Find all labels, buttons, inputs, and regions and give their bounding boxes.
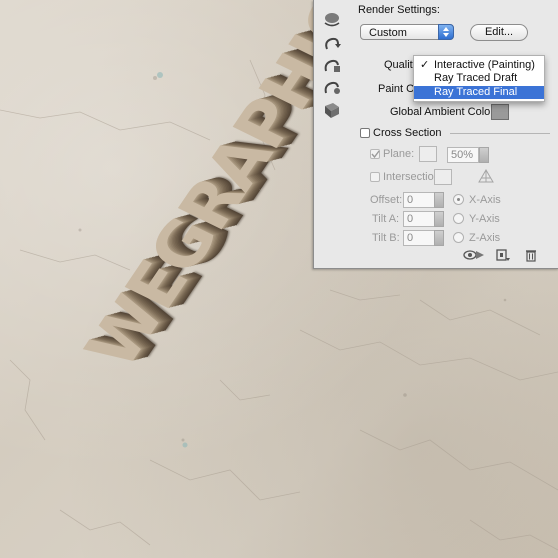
cross-section-label: Cross Section	[373, 127, 442, 139]
intersection-color-swatch[interactable]	[434, 169, 452, 185]
plane-color-swatch[interactable]	[419, 146, 437, 162]
new-light-icon[interactable]	[495, 248, 511, 265]
3d-scene-panel: Render Settings: Custom Edit... Quality …	[313, 0, 558, 269]
global-ambient-color-label: Global Ambient Color:	[390, 106, 497, 118]
checkmark-icon: ✓	[420, 59, 430, 71]
x-axis-radio[interactable]	[453, 194, 464, 205]
drag-3d-object-icon[interactable]	[320, 56, 344, 76]
3d-tool-column	[314, 0, 350, 125]
offset-label: Offset:	[370, 194, 403, 206]
intersection-checkbox[interactable]	[370, 172, 380, 182]
quality-option-label: Interactive (Painting)	[434, 59, 535, 71]
tilt-a-field[interactable]: 0	[403, 211, 435, 227]
tilt-b-field[interactable]: 0	[403, 230, 435, 246]
quality-dropdown-menu: ✓ Interactive (Painting) Ray Traced Draf…	[413, 55, 545, 102]
tilt-b-label: Tilt B:	[372, 232, 400, 244]
quality-option-ray-traced-final[interactable]: Ray Traced Final	[414, 86, 544, 99]
chevron-down-icon[interactable]	[479, 147, 489, 163]
slide-3d-object-icon[interactable]	[320, 78, 344, 98]
chevron-updown-icon	[438, 24, 454, 40]
plane-opacity-field[interactable]: 50%	[447, 147, 479, 163]
render-preset-select[interactable]: Custom	[360, 24, 454, 40]
chevron-down-icon[interactable]	[434, 211, 444, 227]
chevron-down-icon[interactable]	[434, 230, 444, 246]
render-preset-value: Custom	[369, 27, 407, 39]
scale-3d-object-icon[interactable]	[320, 100, 344, 120]
offset-field[interactable]: 0	[403, 192, 435, 208]
quality-option-label: Ray Traced Draft	[434, 72, 518, 84]
paint-on-label: Paint O	[378, 83, 415, 95]
trash-icon[interactable]	[524, 248, 538, 265]
plane-label: Plane:	[383, 148, 415, 160]
z-axis-radio[interactable]	[453, 232, 464, 243]
z-axis-label: Z-Axis	[469, 232, 501, 244]
edit-render-settings-button[interactable]: Edit...	[470, 24, 528, 41]
quality-option-ray-traced-draft[interactable]: Ray Traced Draft	[414, 72, 544, 85]
roll-3d-object-icon[interactable]	[320, 34, 344, 54]
rotate-3d-object-icon[interactable]	[320, 10, 344, 30]
y-axis-label: Y-Axis	[469, 213, 500, 225]
render-settings-label: Render Settings:	[358, 4, 440, 16]
tilt-a-label: Tilt A:	[372, 213, 400, 225]
cross-section-checkbox[interactable]	[360, 128, 370, 138]
cross-section-divider	[450, 133, 550, 134]
plane-checkbox[interactable]	[370, 149, 380, 159]
toggle-misc-3d-extras-icon[interactable]	[462, 248, 486, 265]
flip-cross-section-icon[interactable]	[477, 168, 495, 187]
x-axis-label: X-Axis	[469, 194, 501, 206]
quality-option-label: Ray Traced Final	[434, 86, 518, 98]
panel-bottom-bar	[462, 246, 558, 266]
quality-option-interactive[interactable]: ✓ Interactive (Painting)	[414, 59, 544, 72]
global-ambient-color-swatch[interactable]	[491, 104, 509, 120]
y-axis-radio[interactable]	[453, 213, 464, 224]
chevron-down-icon[interactable]	[434, 192, 444, 208]
